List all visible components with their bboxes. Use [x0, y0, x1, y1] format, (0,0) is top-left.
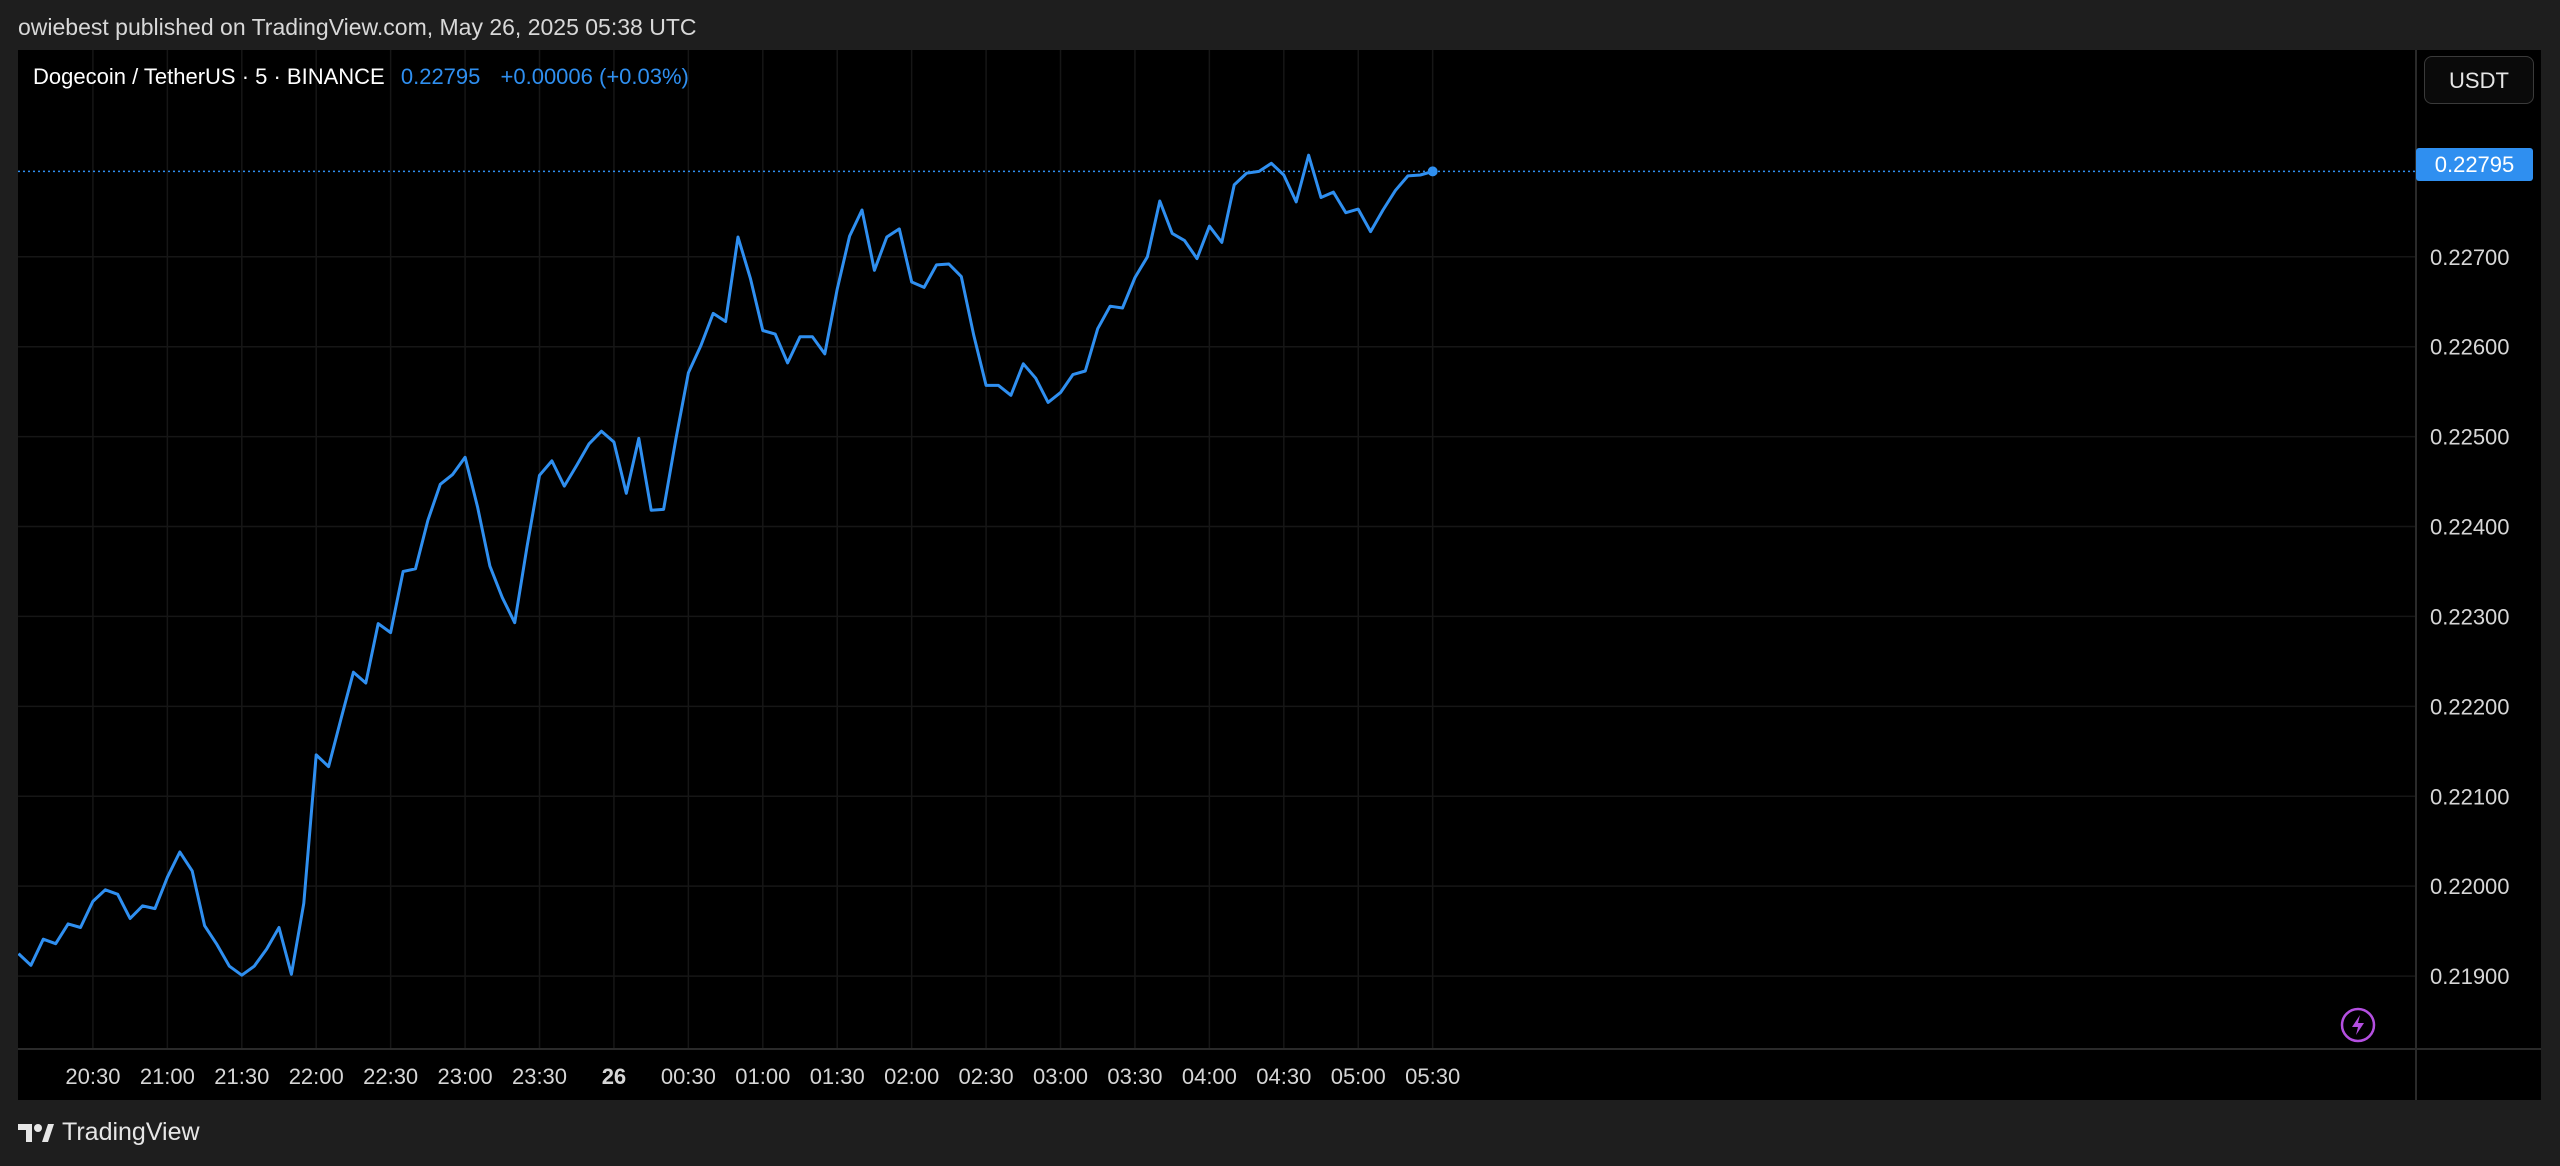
- time-axis-label: 03:00: [1033, 1064, 1088, 1089]
- chart-area[interactable]: 0.22700 0.22600 0.22500 0.22400 0.22300 0.222…: [18, 50, 2541, 1100]
- price-axis-labels: 0.22700 0.22600 0.22500 0.22400 0.22300 0.222…: [2430, 245, 2510, 989]
- price-axis-label: 0.22000: [2430, 874, 2510, 899]
- published-by-text: owiebest published on TradingView.com, M…: [18, 14, 697, 40]
- time-axis-label: 23:00: [438, 1064, 493, 1089]
- series-line-dogeusdt: [18, 153, 1434, 977]
- time-axis-label: 20:30: [65, 1064, 120, 1089]
- symbol-name[interactable]: Dogecoin / TetherUS · 5 · BINANCE: [33, 64, 385, 89]
- time-axis-label: 01:00: [735, 1064, 790, 1089]
- price-axis-label: 0.22300: [2430, 604, 2510, 629]
- last-price-point: [1427, 166, 1438, 177]
- price-axis-label: 0.22500: [2430, 425, 2510, 450]
- top-bar: owiebest published on TradingView.com, M…: [0, 0, 2560, 52]
- legend-change: +0.00006 (+0.03%): [500, 64, 689, 89]
- time-axis-label: 04:30: [1256, 1064, 1311, 1089]
- time-axis-label: 22:30: [363, 1064, 418, 1089]
- time-axis-label: 03:30: [1107, 1064, 1162, 1089]
- time-axis-label: 23:30: [512, 1064, 567, 1089]
- time-axis-label: 21:00: [140, 1064, 195, 1089]
- brand-name: TradingView: [62, 1118, 200, 1146]
- price-axis-label: 0.22100: [2430, 784, 2510, 809]
- legend-price: 0.22795: [400, 64, 481, 89]
- time-axis-label: 26: [602, 1064, 626, 1089]
- time-axis-label: 02:30: [959, 1064, 1014, 1089]
- lightning-icon[interactable]: [2340, 1007, 2376, 1043]
- price-axis-label: 0.22600: [2430, 335, 2510, 360]
- time-axis-label: 05:30: [1405, 1064, 1460, 1089]
- last-price-tag: 0.22795: [2416, 148, 2533, 181]
- grid-lines: [18, 50, 2415, 1048]
- price-axis-label: 0.21900: [2430, 964, 2510, 989]
- time-axis-label: 22:00: [289, 1064, 344, 1089]
- tradingview-logo-icon: [18, 1123, 54, 1142]
- price-chart[interactable]: 0.22700 0.22600 0.22500 0.22400 0.22300 0.222…: [18, 50, 2541, 1100]
- time-axis-label: 21:30: [214, 1064, 269, 1089]
- currency-button[interactable]: USDT: [2424, 56, 2534, 104]
- price-axis-label: 0.22200: [2430, 694, 2510, 719]
- price-axis-label: 0.22400: [2430, 515, 2510, 540]
- bottom-bar: [0, 1100, 2560, 1166]
- time-axis-label: 04:00: [1182, 1064, 1237, 1089]
- time-axis-labels: 20:30 21:00 21:30 22:00 22:30 23:00 23:30 26 00:…: [65, 1064, 1460, 1089]
- time-axis-label: 02:00: [884, 1064, 939, 1089]
- price-axis-label: 0.22700: [2430, 245, 2510, 270]
- time-axis-label: 00:30: [661, 1064, 716, 1089]
- time-axis-label: 01:30: [810, 1064, 865, 1089]
- tradingview-brand[interactable]: TradingView: [18, 1118, 200, 1147]
- time-axis-label: 05:00: [1331, 1064, 1386, 1089]
- symbol-legend[interactable]: Dogecoin / TetherUS · 5 · BINANCE 0.2279…: [33, 64, 689, 90]
